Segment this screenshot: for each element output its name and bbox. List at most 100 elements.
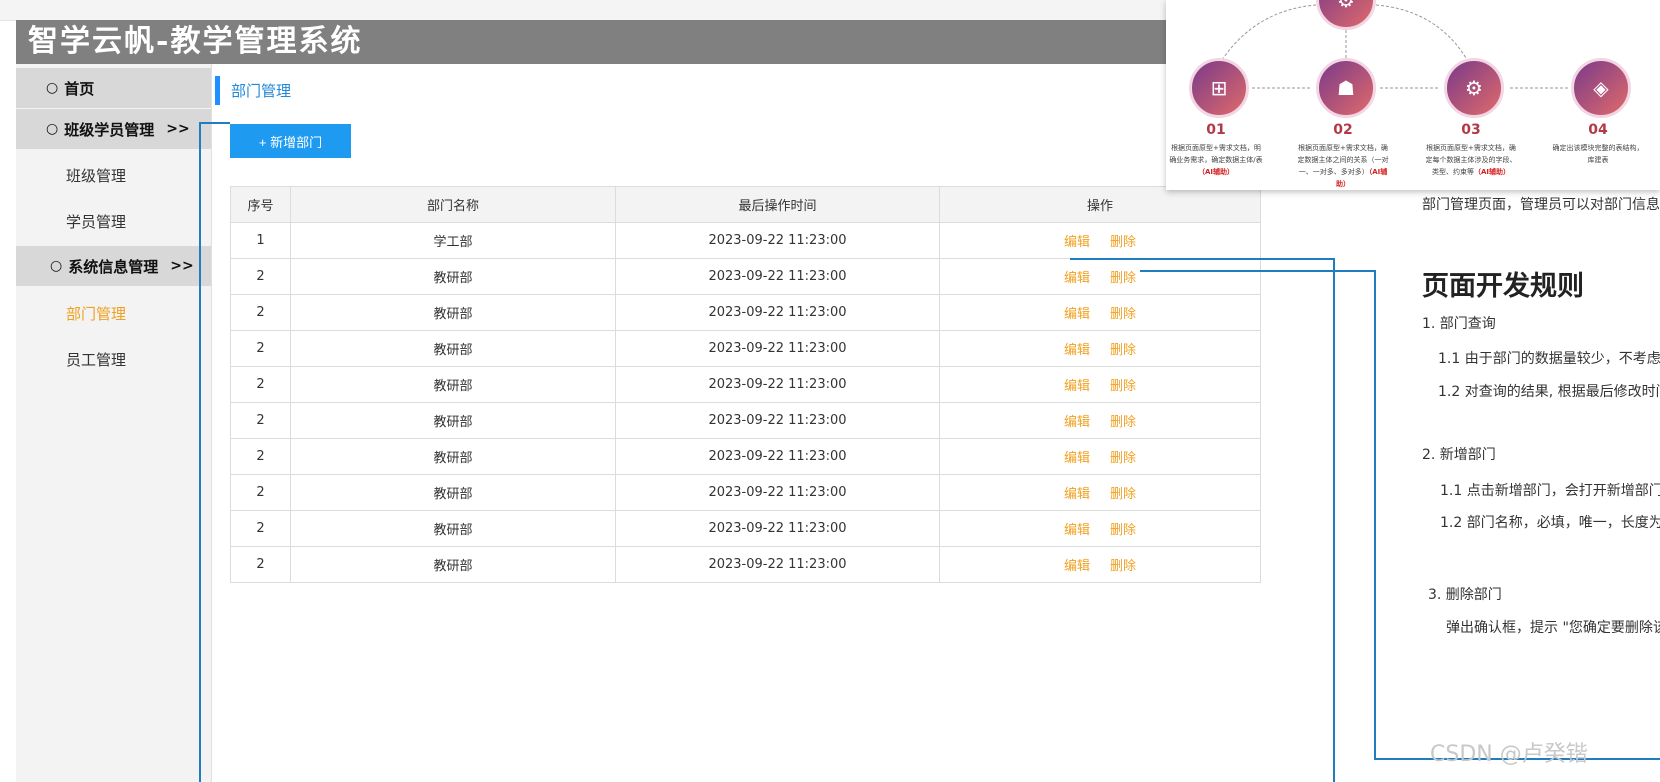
edit-link[interactable]: 编辑 <box>1064 379 1090 394</box>
step-description: 根据页面原型+需求文档，明确业务需求，确定数据主体/表（AI辅助） <box>1169 144 1263 176</box>
bullet-icon: ○ <box>46 121 59 137</box>
cell-actions: 编辑 删除 <box>939 330 1261 367</box>
expand-arrow-icon: >> <box>170 258 194 274</box>
annotation-line <box>1333 258 1335 782</box>
cell-actions: 编辑 删除 <box>939 402 1261 439</box>
edit-link[interactable]: 编辑 <box>1064 559 1090 574</box>
sidebar-item-home[interactable]: ○ 首页 <box>16 68 212 108</box>
sidebar-item-class-management[interactable]: 班级管理 <box>66 165 126 186</box>
cell-index: 2 <box>230 402 291 439</box>
department-table: 序号 部门名称 最后操作时间 操作 1 学工部 2023-09-22 11:23:0… <box>230 186 1261 583</box>
page-title-accent <box>215 76 220 105</box>
hierarchy-icon: ☗ <box>1316 58 1376 118</box>
step-number: 01 <box>1206 122 1226 138</box>
column-header-index: 序号 <box>230 186 291 223</box>
step-number: 02 <box>1333 122 1353 138</box>
cell-updated-time: 2023-09-22 11:23:00 <box>615 258 940 295</box>
delete-link[interactable]: 删除 <box>1110 559 1136 574</box>
sidebar-item-student-management[interactable]: 学员管理 <box>66 211 126 232</box>
cell-index: 2 <box>230 258 291 295</box>
table-header-row: 序号 部门名称 最后操作时间 操作 <box>230 186 1261 223</box>
cell-name: 教研部 <box>290 474 616 511</box>
gears-icon: ⚙ <box>1444 58 1504 118</box>
delete-link[interactable]: 删除 <box>1110 379 1136 394</box>
edit-link[interactable]: 编辑 <box>1064 343 1090 358</box>
sidebar-group-system-info[interactable]: ○ 系统信息管理 >> <box>16 246 212 286</box>
column-header-updated-time: 最后操作时间 <box>615 186 940 223</box>
cell-name: 教研部 <box>290 330 616 367</box>
edit-link[interactable]: 编辑 <box>1064 487 1090 502</box>
annotation-line <box>199 122 201 782</box>
table-row: 2 教研部 2023-09-22 11:23:00 编辑 删除 <box>230 258 1261 295</box>
app-title: 智学云帆-教学管理系统 <box>28 24 363 59</box>
delete-link[interactable]: 删除 <box>1110 523 1136 538</box>
cell-name: 教研部 <box>290 294 616 331</box>
sidebar-item-department-management[interactable]: 部门管理 <box>66 303 126 324</box>
doc-section-2-2: 1.2 部门名称，必填，唯一，长度为2 <box>1440 515 1660 531</box>
expand-arrow-icon: >> <box>166 121 190 137</box>
doc-section-2-1: 1.1 点击新增部门，会打开新增部门的 <box>1440 483 1660 499</box>
cell-index: 2 <box>230 294 291 331</box>
cell-actions: 编辑 删除 <box>939 438 1261 475</box>
edit-link[interactable]: 编辑 <box>1064 451 1090 466</box>
doc-intro: 部门管理页面，管理员可以对部门信息进 <box>1422 197 1660 213</box>
cell-name: 教研部 <box>290 546 616 583</box>
delete-link[interactable]: 删除 <box>1110 343 1136 358</box>
cell-updated-time: 2023-09-22 11:23:00 <box>615 366 940 403</box>
cell-index: 1 <box>230 222 291 259</box>
cell-updated-time: 2023-09-22 11:23:00 <box>615 330 940 367</box>
page-title: 部门管理 <box>231 82 292 100</box>
edit-link[interactable]: 编辑 <box>1064 415 1090 430</box>
table-row: 2 教研部 2023-09-22 11:23:00 编辑 删除 <box>230 330 1261 367</box>
table-row: 2 教研部 2023-09-22 11:23:00 编辑 删除 <box>230 294 1261 331</box>
doc-section-1: 1. 部门查询 <box>1422 316 1496 332</box>
cell-name: 教研部 <box>290 366 616 403</box>
delete-link[interactable]: 删除 <box>1110 271 1136 286</box>
cell-index: 2 <box>230 438 291 475</box>
sidebar-group-class-student[interactable]: ○ 班级学员管理 >> <box>16 109 212 149</box>
step-description: 根据页面原型+需求文档，确定每个数据主体涉及的字段、类型、约束等（AI辅助） <box>1425 144 1517 176</box>
step-description: 确定出该模块完整的表结构，库建表 <box>1552 144 1644 164</box>
delete-link[interactable]: 删除 <box>1110 451 1136 466</box>
edit-link[interactable]: 编辑 <box>1064 307 1090 322</box>
add-department-button[interactable]: + 新增部门 <box>230 124 351 158</box>
cell-actions: 编辑 删除 <box>939 546 1261 583</box>
table-row: 2 教研部 2023-09-22 11:23:00 编辑 删除 <box>230 438 1261 475</box>
doc-section-1-1: 1.1 由于部门的数据量较少，不考虑分 <box>1438 351 1660 367</box>
cell-updated-time: 2023-09-22 11:23:00 <box>615 474 940 511</box>
bullet-icon: ○ <box>50 258 63 274</box>
doc-section-2: 2. 新增部门 <box>1422 447 1496 463</box>
cell-actions: 编辑 删除 <box>939 294 1261 331</box>
edit-link[interactable]: 编辑 <box>1064 271 1090 286</box>
table-row: 2 教研部 2023-09-22 11:23:00 编辑 删除 <box>230 366 1261 403</box>
delete-link[interactable]: 删除 <box>1110 487 1136 502</box>
doc-section-3-1: 弹出确认框，提示 "您确定要删除该 <box>1446 620 1660 636</box>
step-number: 03 <box>1461 122 1481 138</box>
cell-actions: 编辑 删除 <box>939 258 1261 295</box>
doc-section-1-2: 1.2 对查询的结果, 根据最后修改时间 <box>1438 384 1660 400</box>
table-row: 2 教研部 2023-09-22 11:23:00 编辑 删除 <box>230 474 1261 511</box>
cell-updated-time: 2023-09-22 11:23:00 <box>615 294 940 331</box>
cell-index: 2 <box>230 546 291 583</box>
annotation-line <box>1374 270 1376 759</box>
cell-updated-time: 2023-09-22 11:23:00 <box>615 222 940 259</box>
annotation-line <box>1140 270 1375 272</box>
edit-link[interactable]: 编辑 <box>1064 235 1090 250</box>
table-row: 1 学工部 2023-09-22 11:23:00 编辑 删除 <box>230 222 1261 259</box>
watermark: CSDN @卢癸锴 <box>1430 742 1588 767</box>
cell-updated-time: 2023-09-22 11:23:00 <box>615 402 940 439</box>
sidebar-item-label: 首页 <box>64 79 95 98</box>
column-header-name: 部门名称 <box>290 186 616 223</box>
cell-index: 2 <box>230 330 291 367</box>
sidebar-item-employee-management[interactable]: 员工管理 <box>66 349 126 370</box>
bullet-icon: ○ <box>46 80 59 96</box>
delete-link[interactable]: 删除 <box>1110 307 1136 322</box>
edit-link[interactable]: 编辑 <box>1064 523 1090 538</box>
sidebar-group-label: 班级学员管理 <box>64 120 155 139</box>
cell-updated-time: 2023-09-22 11:23:00 <box>615 510 940 547</box>
delete-link[interactable]: 删除 <box>1110 235 1136 250</box>
cell-actions: 编辑 删除 <box>939 366 1261 403</box>
cell-name: 教研部 <box>290 438 616 475</box>
cell-actions: 编辑 删除 <box>939 510 1261 547</box>
delete-link[interactable]: 删除 <box>1110 415 1136 430</box>
